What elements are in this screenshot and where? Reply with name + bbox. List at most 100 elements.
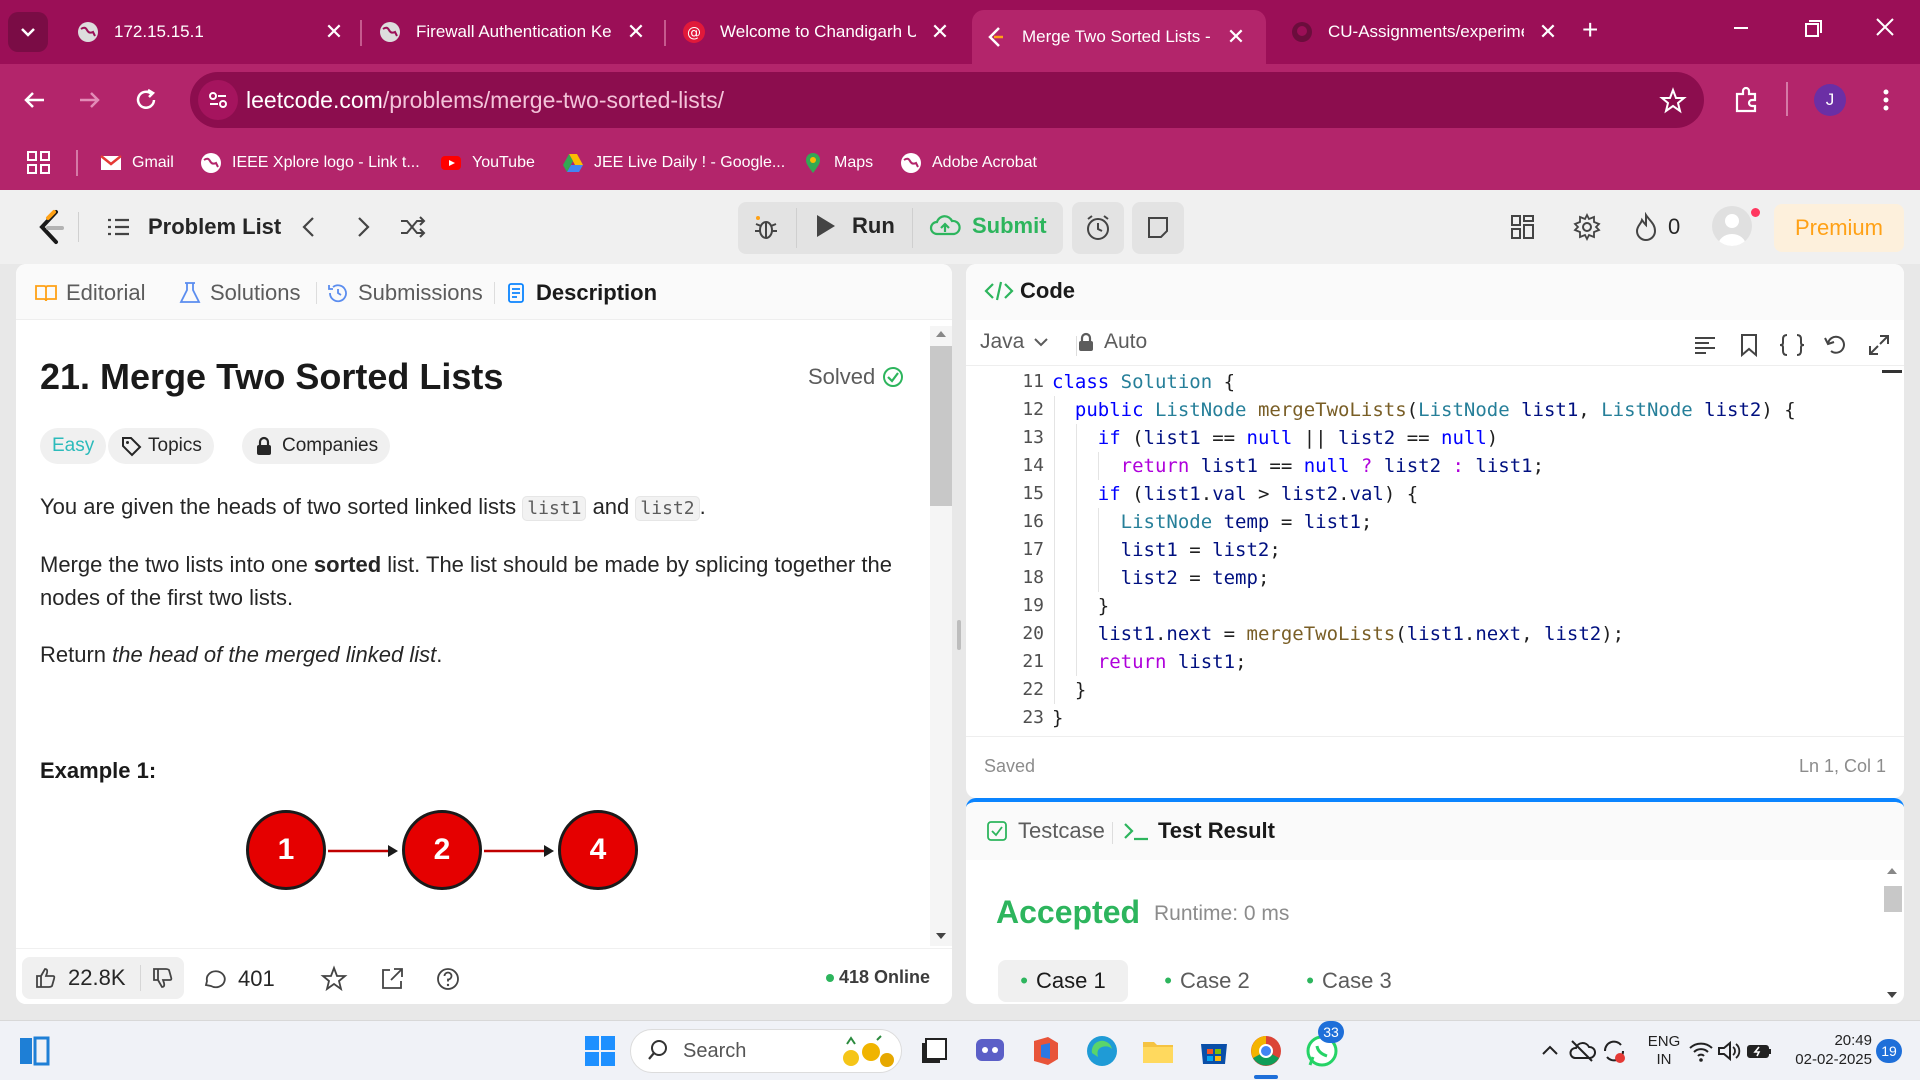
comments-button[interactable]: 401 xyxy=(202,966,275,992)
notification-badge[interactable]: 19 xyxy=(1876,1039,1902,1063)
close-window-button[interactable] xyxy=(1870,12,1900,42)
apps-button[interactable] xyxy=(26,150,52,176)
favorite-button[interactable] xyxy=(320,965,348,993)
scrollbar-thumb[interactable] xyxy=(930,346,952,506)
back-button[interactable] xyxy=(18,84,50,116)
companies-chip[interactable]: Companies xyxy=(242,428,391,464)
bookmark-gmail[interactable]: Gmail xyxy=(100,148,174,178)
case-3-button[interactable]: • Case 3 xyxy=(1284,960,1414,1002)
tab-description[interactable]: Description xyxy=(504,278,657,308)
scrollbar[interactable] xyxy=(930,326,952,946)
extensions-button[interactable] xyxy=(1730,84,1762,116)
reload-button[interactable] xyxy=(130,84,162,116)
panel-resize-handle[interactable] xyxy=(957,620,961,650)
debug-button[interactable] xyxy=(752,214,780,242)
tab-search-button[interactable] xyxy=(8,12,48,52)
address-bar[interactable]: leetcode.com/problems/merge-two-sorted-l… xyxy=(190,72,1704,128)
close-icon[interactable]: ✕ xyxy=(1224,24,1248,50)
tab-2[interactable]: Firewall Authentication Keep ✕ xyxy=(378,10,648,54)
chrome-app[interactable] xyxy=(1248,1033,1284,1069)
file-explorer-app[interactable] xyxy=(1140,1033,1176,1069)
new-tab-button[interactable]: + xyxy=(1582,14,1598,46)
close-icon[interactable]: ✕ xyxy=(928,19,952,45)
case-2-button[interactable]: • Case 2 xyxy=(1142,960,1272,1002)
result-scrollbar[interactable] xyxy=(1882,864,1902,1004)
volume-status[interactable] xyxy=(1716,1039,1742,1063)
tab-1[interactable]: 172.15.15.1 ✕ xyxy=(76,10,346,54)
format-button[interactable] xyxy=(1692,332,1718,358)
notes-button[interactable] xyxy=(1132,202,1184,254)
battery-status[interactable] xyxy=(1746,1039,1772,1063)
bookmark-jee[interactable]: JEE Live Daily ! - Google... xyxy=(562,148,785,178)
site-info-button[interactable] xyxy=(198,80,238,120)
minimize-button[interactable] xyxy=(1726,12,1756,42)
fullscreen-button[interactable] xyxy=(1866,332,1892,358)
tray-sync[interactable] xyxy=(1600,1037,1628,1065)
tab-5[interactable]: CU-Assignments/experimen ✕ xyxy=(1290,10,1560,54)
tab-testcase[interactable]: Testcase xyxy=(986,818,1105,844)
profile-avatar[interactable]: J xyxy=(1814,84,1846,116)
wifi-status[interactable] xyxy=(1688,1039,1714,1063)
clock[interactable]: 20:49 02-02-2025 xyxy=(1782,1031,1872,1069)
tab-4-active[interactable]: Merge Two Sorted Lists - Le ✕ xyxy=(972,10,1266,64)
menu-button[interactable] xyxy=(1870,84,1902,116)
bookmark-youtube[interactable]: YouTube xyxy=(440,148,535,178)
globe-icon xyxy=(380,22,400,42)
tray-overflow-button[interactable] xyxy=(1538,1039,1562,1063)
auto-mode[interactable]: Auto xyxy=(1076,330,1147,354)
tab-solutions[interactable]: Solutions xyxy=(178,278,301,308)
run-button[interactable]: Run xyxy=(812,212,895,240)
m365-app[interactable] xyxy=(1028,1033,1064,1069)
problem-list-button[interactable]: Problem List xyxy=(104,212,281,242)
submit-button[interactable]: Submit xyxy=(928,212,1047,240)
store-app[interactable] xyxy=(1196,1033,1232,1069)
difficulty-badge[interactable]: Easy xyxy=(40,428,107,464)
prev-problem-button[interactable] xyxy=(296,214,322,240)
close-icon[interactable]: ✕ xyxy=(1536,19,1560,45)
leetcode-logo[interactable] xyxy=(36,208,66,248)
timer-button[interactable] xyxy=(1072,202,1124,254)
layout-button[interactable] xyxy=(1508,212,1538,242)
scrollbar-thumb[interactable] xyxy=(1884,886,1902,912)
case-1-button[interactable]: • Case 1 xyxy=(998,960,1128,1002)
start-button[interactable] xyxy=(582,1033,618,1069)
restore-button[interactable] xyxy=(1798,14,1828,44)
code-editor[interactable]: 11 12 13 14 15 16 17 18 19 20 21 22 23 c… xyxy=(966,368,1904,732)
sync-error-icon xyxy=(1603,1040,1625,1063)
user-avatar[interactable] xyxy=(1712,206,1752,246)
share-button[interactable] xyxy=(378,965,406,993)
close-icon[interactable]: ✕ xyxy=(624,19,648,45)
language-indicator[interactable]: ENG IN xyxy=(1638,1033,1690,1069)
bookmark-ieee[interactable]: IEEE Xplore logo - Link t... xyxy=(200,148,420,178)
premium-button[interactable]: Premium xyxy=(1774,204,1904,252)
line-number: 13 xyxy=(1022,427,1044,448)
language-select[interactable]: Java xyxy=(980,330,1052,354)
taskbar-search[interactable]: Search xyxy=(630,1029,902,1073)
tab-test-result[interactable]: Test Result xyxy=(1122,818,1275,844)
forward-button[interactable] xyxy=(74,84,106,116)
settings-button[interactable] xyxy=(1572,212,1602,242)
tab-submissions[interactable]: Submissions xyxy=(326,278,483,308)
code-tab[interactable]: Code xyxy=(984,278,1075,304)
like-button[interactable]: 22.8K xyxy=(22,965,140,991)
close-icon[interactable]: ✕ xyxy=(322,19,346,45)
bookmark-maps[interactable]: Maps xyxy=(802,148,873,178)
reset-code-button[interactable] xyxy=(1822,332,1848,358)
next-problem-button[interactable] xyxy=(350,214,376,240)
bookmark-star-button[interactable] xyxy=(1658,86,1688,116)
tab-3[interactable]: @ Welcome to Chandigarh Uni ✕ xyxy=(682,10,952,54)
bookmark-adobe[interactable]: Adobe Acrobat xyxy=(900,148,1037,178)
widgets-button[interactable] xyxy=(18,1035,50,1067)
meet-app[interactable] xyxy=(972,1033,1008,1069)
taskview-button[interactable] xyxy=(916,1033,952,1069)
braces-button[interactable] xyxy=(1778,332,1806,358)
streak-counter[interactable]: 0 xyxy=(1632,212,1680,242)
random-problem-button[interactable] xyxy=(398,212,428,242)
topics-chip[interactable]: Topics xyxy=(108,428,214,464)
help-button[interactable] xyxy=(434,965,462,993)
tray-cloud-off[interactable] xyxy=(1568,1037,1596,1065)
tab-editorial[interactable]: Editorial xyxy=(34,278,145,308)
dislike-button[interactable] xyxy=(141,966,175,990)
edge-app[interactable] xyxy=(1084,1033,1120,1069)
bookmark-button[interactable] xyxy=(1736,332,1762,358)
